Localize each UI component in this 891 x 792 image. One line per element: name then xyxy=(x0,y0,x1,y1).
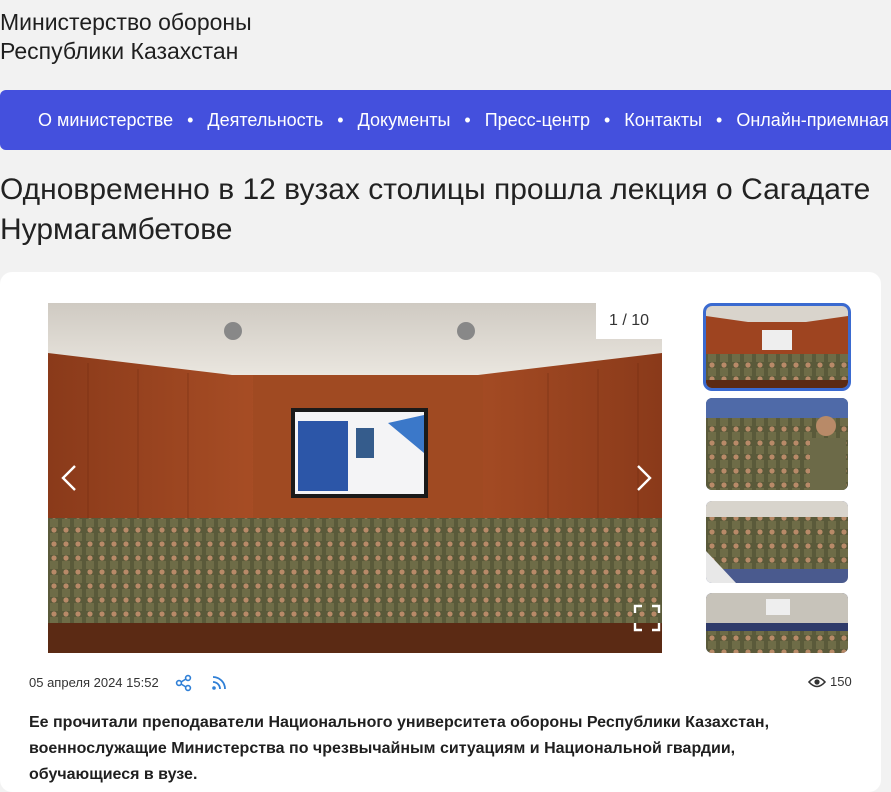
gallery-thumbnail-4[interactable] xyxy=(706,593,848,653)
view-count: 150 xyxy=(808,674,852,689)
gallery-thumbnail-2[interactable] xyxy=(706,398,848,490)
nav-separator: • xyxy=(187,109,194,130)
expand-icon xyxy=(633,604,661,632)
nav-list: О министерстве • Деятельность • Документ… xyxy=(38,90,889,150)
gallery-counter: 1 / 10 xyxy=(596,303,662,339)
main-nav: О министерстве • Деятельность • Документ… xyxy=(0,90,891,150)
nav-separator: • xyxy=(603,109,611,130)
nav-separator: • xyxy=(337,109,344,130)
gallery-thumbnail-3[interactable] xyxy=(706,501,848,583)
org-name-line1: Министерство обороны xyxy=(0,9,252,35)
gallery-fullscreen-button[interactable] xyxy=(632,603,662,633)
nav-item-about[interactable]: О министерстве xyxy=(38,110,173,131)
view-count-value: 150 xyxy=(830,674,852,689)
nav-separator: • xyxy=(464,109,471,130)
gallery-prev-button[interactable] xyxy=(55,460,85,496)
rss-button[interactable] xyxy=(210,674,228,697)
chevron-right-icon xyxy=(637,465,652,491)
share-icon xyxy=(175,674,192,692)
gallery-main-photo[interactable] xyxy=(48,303,662,653)
article-date: 05 апреля 2024 15:52 xyxy=(29,675,159,690)
nav-item-press-center[interactable]: Пресс-центр xyxy=(485,110,590,131)
nav-item-contacts[interactable]: Контакты xyxy=(624,110,702,131)
org-name-line2: Республики Казахстан xyxy=(0,38,239,64)
share-button[interactable] xyxy=(175,674,193,697)
gallery-next-button[interactable] xyxy=(628,460,658,496)
nav-item-documents[interactable]: Документы xyxy=(358,110,451,131)
rss-icon xyxy=(212,676,226,690)
nav-item-activity[interactable]: Деятельность xyxy=(207,110,323,131)
nav-separator: • xyxy=(716,109,723,130)
eye-icon xyxy=(808,676,826,687)
chevron-left-icon xyxy=(61,465,76,491)
org-name[interactable]: Министерство обороны Республики Казахста… xyxy=(0,8,252,66)
article-title: Одновременно в 12 вузах столицы прошла л… xyxy=(0,173,871,246)
nav-item-online-reception[interactable]: Онлайн-приемная xyxy=(736,110,888,131)
gallery-thumbnail-1[interactable] xyxy=(703,303,851,391)
article-lead: Ее прочитали преподаватели Национального… xyxy=(29,714,770,783)
